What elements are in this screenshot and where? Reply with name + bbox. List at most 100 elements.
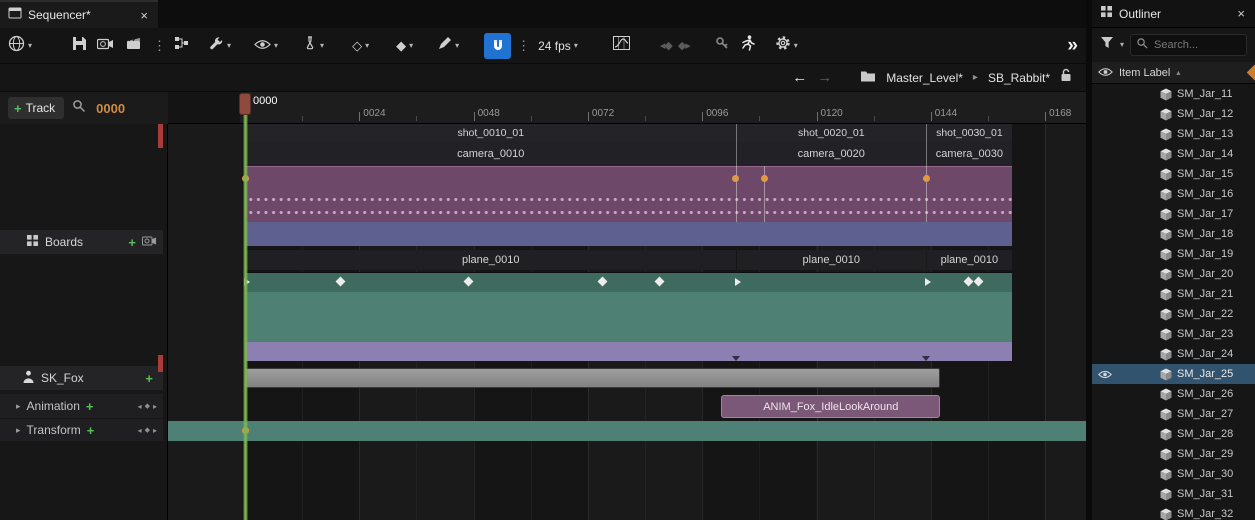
filter-caret-icon[interactable]: ▾ [1120,41,1124,49]
prev-key-icon[interactable]: ◂ [138,402,142,411]
outliner-item[interactable]: SM_Jar_27 [1092,404,1255,424]
lock-icon[interactable] [1060,68,1072,87]
world-button[interactable]: ▾ [8,33,32,59]
prev-key-group-button[interactable]: ◂◆ [660,33,673,59]
outliner-column-header[interactable]: Item Label ▴ [1092,62,1255,84]
track-row-animation[interactable]: ▸ Animation + ◂ ◆ ▸ [0,394,163,418]
outliner-item[interactable]: SM_Jar_32 [1092,504,1255,520]
boards-camera-icon[interactable] [142,235,157,249]
plane-section[interactable]: plane_0010 [246,250,736,270]
track-row-boards[interactable]: Boards + [0,230,163,254]
breadcrumb-shot[interactable]: SB_Rabbit* [988,71,1050,85]
outliner-item[interactable]: SM_Jar_15 [1092,164,1255,184]
outliner-close-icon[interactable]: × [1235,6,1247,21]
hierarchy-button[interactable] [174,33,189,59]
outliner-search-input[interactable] [1152,38,1241,52]
timeline-area[interactable]: shot_0010_01 camera_0010 plane_0010 shot_00… [168,92,1086,520]
simulate-button[interactable] [741,33,755,59]
outliner-item[interactable]: SM_Jar_11 [1092,84,1255,104]
keyframe-dense-lane[interactable] [245,190,1012,222]
timeline-ruler[interactable]: 0000 0024 0048 0072 0096 0120 0144 0168 [168,92,1086,124]
tab-close-icon[interactable]: × [138,8,150,23]
keyframe-arrow[interactable] [734,278,741,286]
edit-mode-button[interactable]: ▾ [438,33,459,59]
camera-section[interactable]: camera_0020 [736,141,927,166]
next-key-icon[interactable]: ▸ [153,426,157,435]
outliner-item[interactable]: SM_Jar_19 [1092,244,1255,264]
visibility-column-eye-icon[interactable] [1098,64,1113,82]
transform-track-row[interactable] [168,421,1086,441]
outliner-item[interactable]: SM_Jar_26 [1092,384,1255,404]
filter-funnel-icon[interactable] [1100,36,1114,54]
camera-section[interactable]: camera_0010 [246,141,736,166]
toolbar-overflow-button[interactable]: » [1067,33,1078,59]
expander-icon[interactable]: ▸ [16,425,21,436]
plane-section[interactable]: plane_0010 [927,250,1012,270]
animation-range-bar[interactable] [245,368,941,388]
add-key-icon[interactable]: ◆ [145,402,150,410]
view-options-button[interactable]: ▾ [254,33,278,59]
add-section-button[interactable]: + [145,372,153,385]
add-track-button[interactable]: + Track [8,97,65,119]
outliner-item[interactable]: SM_Jar_16 [1092,184,1255,204]
render-movie-button[interactable] [126,33,141,59]
outliner-item[interactable]: SM_Jar_13 [1092,124,1255,144]
add-animation-button[interactable]: + [86,400,94,413]
plane-section[interactable]: plane_0010 [736,250,927,270]
playhead-handle[interactable] [239,93,251,115]
shot-section[interactable]: shot_0020_01 [736,124,927,141]
keyframe-filled-button[interactable]: ◆ ▾ [396,33,413,59]
settings-button[interactable]: ▾ [775,33,798,59]
transform-key-lane[interactable] [245,272,1012,292]
more-options-button[interactable]: ⋮ [153,33,166,59]
test-options-button[interactable]: ▾ [303,33,324,59]
outliner-item[interactable]: SM_Jar_14 [1092,144,1255,164]
add-key-icon[interactable]: ◆ [145,426,150,434]
search-tracks-icon[interactable] [72,99,86,118]
outliner-item[interactable]: SM_Jar_23 [1092,324,1255,344]
key-toggle-button[interactable] [715,33,729,59]
item-label-header[interactable]: Item Label [1119,67,1170,79]
outliner-item[interactable]: SM_Jar_17 [1092,204,1255,224]
save-button[interactable] [72,33,87,59]
outliner-item[interactable]: SM_Jar_24 [1092,344,1255,364]
camera-cut-keyframe[interactable] [922,175,930,182]
outliner-item[interactable]: SM_Jar_21 [1092,284,1255,304]
prev-key-icon[interactable]: ◂ [138,426,142,435]
curve-editor-button[interactable] [612,33,630,59]
pin-icon[interactable] [1246,64,1255,81]
sequencer-tab[interactable]: Sequencer* × [0,0,158,28]
current-time-field[interactable]: 0000 [96,101,125,116]
camera-section[interactable]: camera_0030 [927,141,1012,166]
next-key-group-button[interactable]: ◆▸ [678,33,691,59]
outliner-item[interactable]: SM_Jar_29 [1092,444,1255,464]
back-button[interactable]: ← [792,69,807,86]
breadcrumb-level[interactable]: Master_Level* [886,71,963,85]
outliner-item[interactable]: SM_Jar_22 [1092,304,1255,324]
outliner-item[interactable]: SM_Jar_20 [1092,264,1255,284]
outliner-item[interactable]: SM_Jar_30 [1092,464,1255,484]
camera-button[interactable] [96,33,114,59]
outliner-item[interactable]: SM_Jar_31 [1092,484,1255,504]
expander-icon[interactable]: ▸ [16,401,21,412]
track-row-transform[interactable]: ▸ Transform + ◂ ◆ ▸ [0,419,163,441]
animation-clip[interactable]: ANIM_Fox_IdleLookAround [721,395,941,418]
snap-options-button[interactable]: ⋮ [517,33,530,59]
add-board-button[interactable]: + [128,236,136,249]
outliner-item[interactable]: SM_Jar_25 [1092,364,1255,384]
camera-cut-lane[interactable] [245,166,1012,190]
add-transform-key-button[interactable]: + [87,424,95,437]
snap-button[interactable] [484,32,512,59]
shot-section[interactable]: shot_0030_01 [927,124,1012,141]
camera-cut-keyframe[interactable] [760,175,768,182]
teal-lane[interactable] [245,292,1012,342]
tools-button[interactable]: ▾ [209,33,231,59]
visibility-eye-icon[interactable] [1098,370,1114,379]
fps-dropdown[interactable]: 24 fps ▾ [538,33,578,59]
slate-lane[interactable] [245,222,1012,246]
outliner-item[interactable]: SM_Jar_28 [1092,424,1255,444]
next-key-icon[interactable]: ▸ [153,402,157,411]
camera-cut-keyframe[interactable] [732,175,740,182]
keyframe-arrow[interactable] [925,278,932,286]
shot-section[interactable]: shot_0010_01 [246,124,736,141]
